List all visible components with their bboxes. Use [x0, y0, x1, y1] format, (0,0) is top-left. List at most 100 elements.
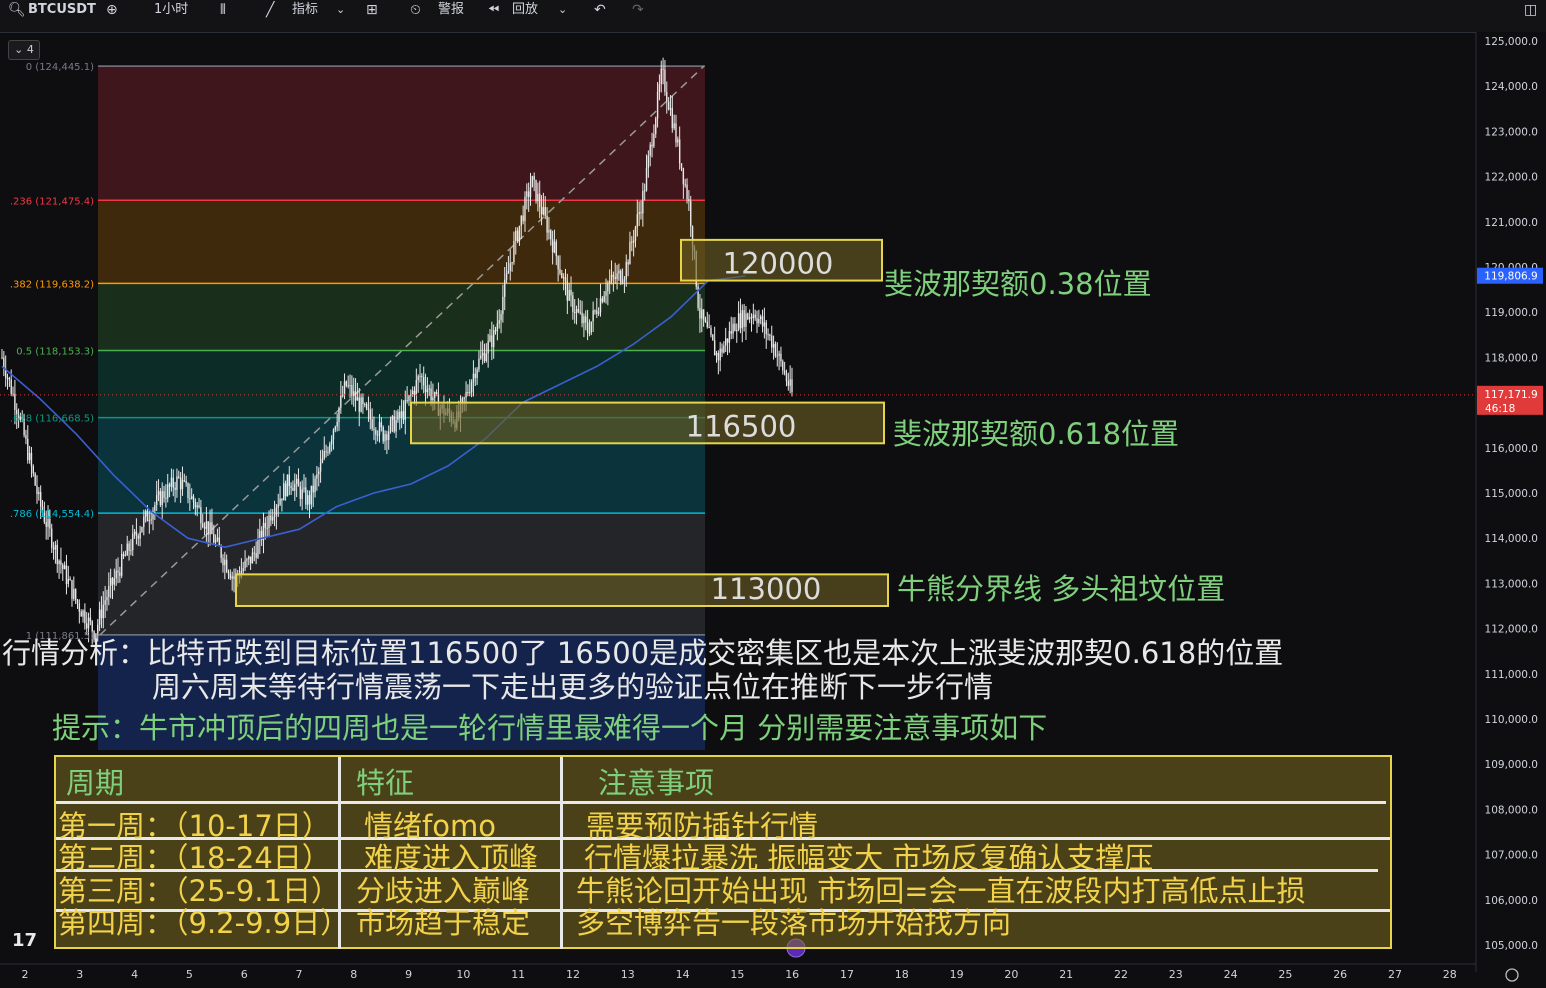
candle-body	[645, 168, 648, 191]
price-tick-label: 114,000.0	[1485, 533, 1538, 545]
time-tick-label: 11	[511, 968, 525, 981]
panel-toggle-icon[interactable]: ◫	[1524, 0, 1537, 20]
candle-body	[769, 334, 771, 336]
tip-text: 提示：牛市冲顶后的四周也是一轮行情里最难得一个月 分别需要注意事项如下	[52, 711, 1048, 745]
candle-body	[708, 327, 710, 329]
rewind-icon[interactable]: ⏪︎	[488, 0, 499, 20]
candle-body	[198, 505, 200, 508]
candle-body	[772, 343, 775, 348]
price-tick-label: 125,000.0	[1485, 36, 1538, 48]
candle-body	[537, 193, 539, 202]
candle-body	[678, 139, 681, 164]
candle-body	[546, 215, 548, 233]
add-symbol-icon[interactable]: ⊕	[106, 0, 118, 20]
candle-body	[332, 429, 335, 440]
search-icon[interactable]: 🔍︎	[8, 0, 26, 20]
candle-body	[533, 176, 535, 180]
candle-body	[397, 411, 399, 421]
candle-body	[56, 544, 58, 565]
alert-button[interactable]: 警报	[438, 0, 464, 20]
candle-body	[728, 331, 731, 343]
candle-body	[8, 377, 11, 380]
price-tick-label: 110,000.0	[1485, 714, 1538, 726]
candle-body	[318, 471, 320, 475]
candle-body	[67, 578, 69, 584]
candle-body	[620, 270, 622, 283]
candle-body	[748, 317, 751, 320]
candle-body	[480, 355, 482, 359]
legend-collapse-button[interactable]: ⌄ 4	[8, 40, 40, 60]
candle-body	[185, 480, 187, 484]
layout-grid-icon[interactable]: ⊞	[366, 0, 378, 20]
indicators-icon[interactable]: ╱	[266, 0, 274, 20]
candle-type-icon[interactable]: ⫴	[220, 0, 226, 20]
candle-body	[496, 323, 499, 332]
candle-body	[671, 108, 674, 129]
candle-body	[78, 603, 81, 612]
candle-body	[321, 458, 324, 463]
candle-body	[187, 483, 189, 499]
replay-chevron-icon[interactable]: ⌄	[558, 0, 567, 20]
candle-body	[465, 392, 467, 398]
replay-button[interactable]: 回放	[512, 0, 538, 20]
time-tick-label: 24	[1224, 968, 1238, 981]
candle-body	[316, 474, 318, 479]
candle-body	[91, 621, 93, 632]
candle-body	[34, 473, 36, 486]
indicators-button[interactable]: 指标	[292, 0, 318, 20]
candle-body	[688, 199, 690, 202]
candle-body	[264, 522, 267, 528]
candle-body	[562, 277, 565, 279]
candle-body	[165, 497, 167, 499]
price-tick-label: 122,000.0	[1485, 172, 1538, 184]
candle-body	[739, 313, 742, 329]
candle-body	[540, 207, 543, 215]
candle-body	[725, 338, 727, 346]
candle-body	[539, 193, 541, 208]
price-box-annotation: 牛熊分界线 多头祖坟位置	[897, 572, 1225, 606]
candle-body	[481, 352, 484, 356]
candle-body	[719, 348, 721, 361]
candle-body	[588, 332, 591, 334]
candle-body	[610, 274, 613, 281]
candle-body	[109, 578, 112, 587]
candle-body	[594, 310, 596, 312]
candle-body	[701, 309, 703, 319]
candle-body	[133, 531, 136, 534]
redo-icon[interactable]: ↷	[632, 0, 644, 20]
candle-body	[120, 553, 123, 576]
interval-button[interactable]: 1小时	[154, 0, 188, 20]
candle-body	[373, 428, 375, 431]
time-tick-label: 22	[1114, 968, 1128, 981]
candle-body	[334, 426, 337, 430]
candle-body	[319, 462, 322, 472]
candle-body	[411, 390, 414, 395]
candle-body	[135, 531, 138, 536]
chevron-down-icon[interactable]: ⌄	[336, 0, 345, 20]
candle-body	[231, 576, 233, 579]
symbol-label[interactable]: BTCUSDT	[28, 0, 96, 20]
candle-body	[283, 483, 285, 501]
alarm-icon[interactable]: ⏲	[410, 0, 421, 20]
time-tick-label: 25	[1278, 968, 1292, 981]
candle-body	[242, 568, 244, 572]
candle-body	[467, 392, 469, 394]
time-tick-label: 3	[76, 968, 83, 981]
candle-body	[391, 416, 394, 420]
candle-body	[323, 451, 325, 459]
candle-body	[564, 277, 567, 282]
candle-body	[167, 484, 169, 499]
table-divider	[56, 801, 1386, 804]
table-cell: 情绪fomo	[364, 809, 496, 843]
candle-body	[730, 331, 732, 334]
candle-body	[170, 477, 173, 487]
ma-price-value: 119,806.9	[1484, 271, 1537, 283]
candle-body	[780, 353, 782, 362]
candle-body	[205, 521, 208, 529]
price-tick-label: 109,000.0	[1485, 759, 1538, 771]
undo-icon[interactable]: ↶	[594, 0, 606, 20]
candle-body	[507, 270, 510, 274]
candle-body	[472, 373, 475, 383]
candle-body	[336, 421, 338, 427]
candle-body	[284, 483, 287, 497]
